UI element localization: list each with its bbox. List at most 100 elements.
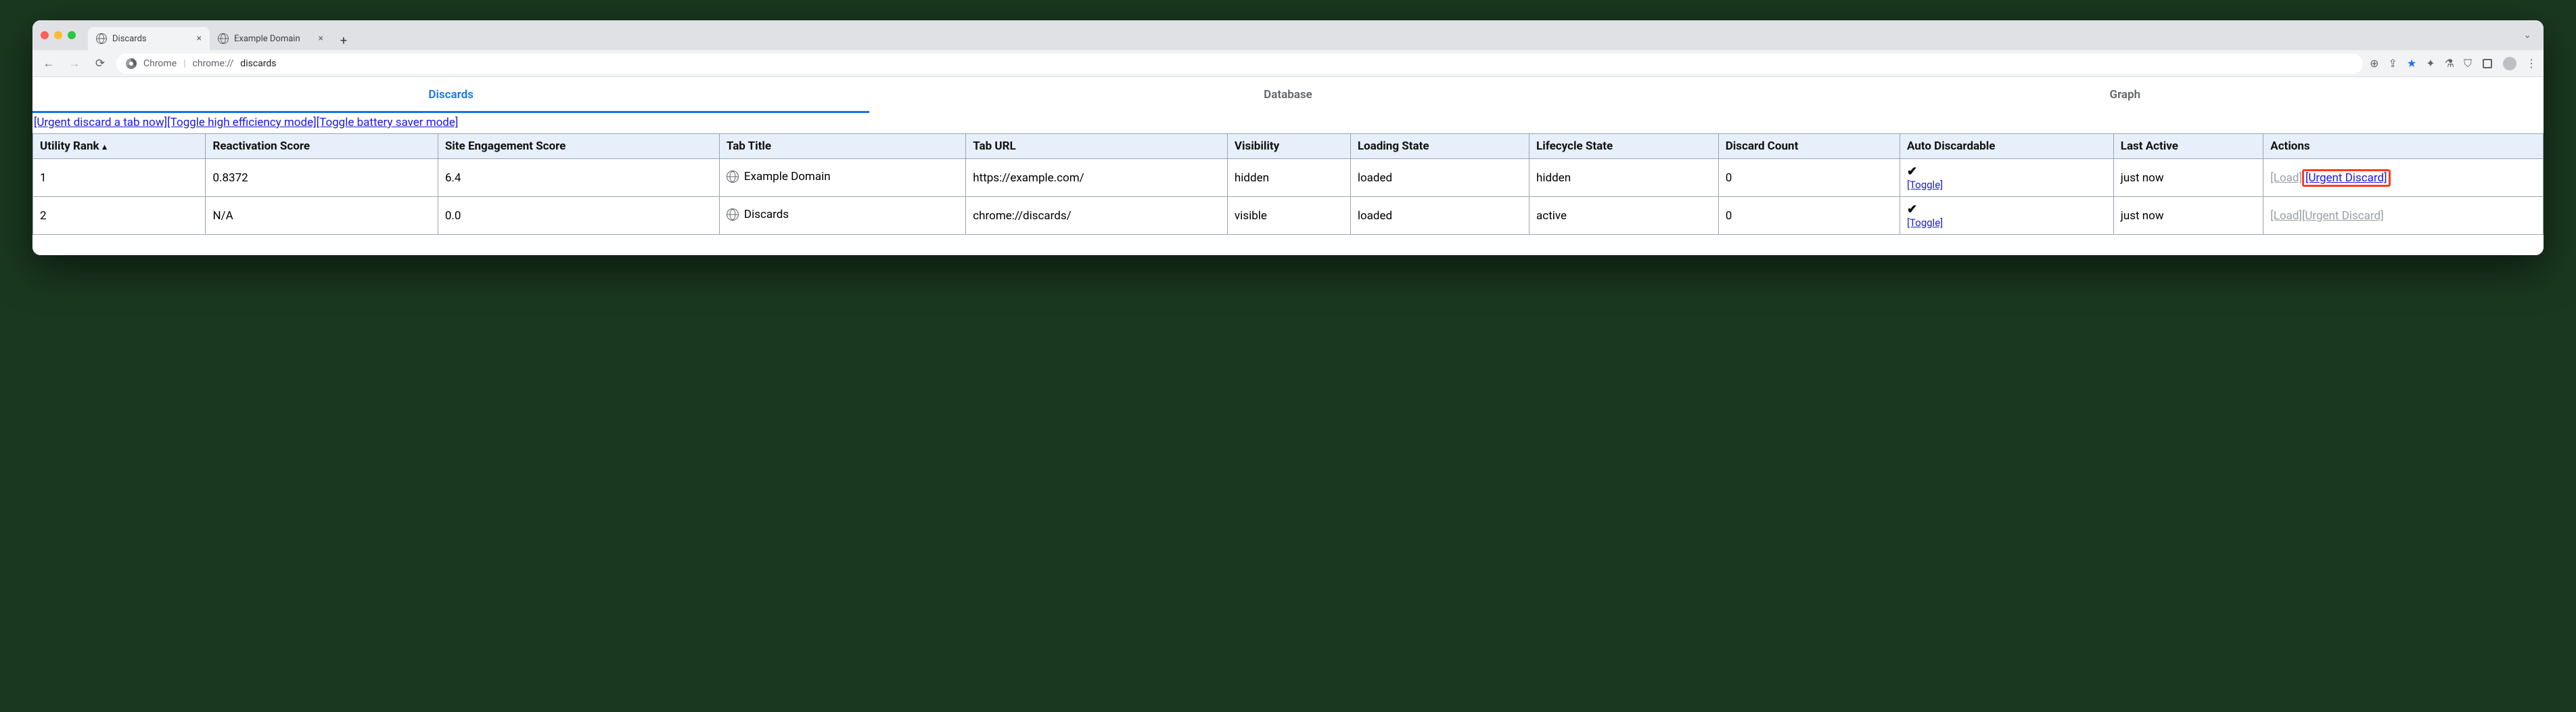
globe-icon [96,33,107,44]
omnibox-url-path: discards [240,58,276,69]
omnibox-scheme-label: Chrome [143,58,177,69]
table-header-row: Utility Rank▲ Reactivation Score Site En… [33,134,2544,159]
col-site-engagement[interactable]: Site Engagement Score [438,134,719,159]
col-discard-count[interactable]: Discard Count [1718,134,1900,159]
cell-discard-count: 0 [1718,159,1900,197]
omnibox-url-prefix: chrome:// [193,58,234,69]
tab-overflow-button[interactable]: ⌄ [2519,30,2535,41]
col-actions[interactable]: Actions [2263,134,2544,159]
col-tab-title[interactable]: Tab Title [719,134,965,159]
omnibox[interactable]: Chrome | chrome:// discards [116,53,2363,74]
omnibox-separator: | [183,58,185,69]
toggle-battery-saver-link[interactable]: [Toggle battery saver mode] [317,116,459,129]
cell-reactivation: N/A [206,197,438,235]
load-action[interactable]: [Load] [2270,209,2302,223]
toggle-auto-discard-link[interactable]: [Toggle] [1907,179,2107,191]
browser-tab-1[interactable]: Example Domain × [210,27,331,50]
browser-window: Discards × Example Domain × + ⌄ ← → ⟳ Ch… [32,20,2544,255]
globe-icon [727,171,739,183]
globe-icon [218,33,229,44]
tab-title: Example Domain [234,34,300,44]
cell-reactivation: 0.8372 [206,159,438,197]
col-last-active[interactable]: Last Active [2113,134,2263,159]
forward-button[interactable]: → [65,54,84,73]
col-utility-rank[interactable]: Utility Rank▲ [33,134,206,159]
col-auto-discardable[interactable]: Auto Discardable [1900,134,2113,159]
view-tabs: Discards Database Graph [32,77,2544,113]
col-visibility[interactable]: Visibility [1227,134,1350,159]
close-tab-icon[interactable]: × [197,33,202,44]
cell-title-text: Example Domain [744,170,831,183]
shield-icon[interactable]: ⛉ [2464,57,2472,70]
cell-rank: 1 [33,159,206,197]
urgent-discard-now-link[interactable]: [Urgent discard a tab now] [34,116,167,129]
col-reactivation-score[interactable]: Reactivation Score [206,134,438,159]
cell-engagement: 6.4 [438,159,719,197]
kebab-menu-icon[interactable]: ⋮ [2526,57,2537,70]
side-panel-icon[interactable] [2481,58,2493,70]
reload-button[interactable]: ⟳ [91,54,110,73]
cell-visibility: hidden [1227,159,1350,197]
labs-icon[interactable]: ⚗ [2445,57,2454,70]
view-tab-graph[interactable]: Graph [1707,77,2544,113]
minimize-window-button[interactable] [54,31,62,39]
col-label: Utility Rank [40,139,99,153]
toolbar: ← → ⟳ Chrome | chrome:// discards ⊕ ⇪ ★ ✦… [32,50,2544,77]
cell-discard-count: 0 [1718,197,1900,235]
load-action[interactable]: [Load] [2270,171,2302,185]
cell-url: https://example.com/ [966,159,1228,197]
table-row: 2 N/A 0.0 Discards chrome://discards/ vi… [33,197,2544,235]
check-icon: ✔ [1907,164,1917,179]
profile-avatar[interactable] [2503,57,2516,70]
cell-last-active: just now [2113,159,2263,197]
toggle-auto-discard-link[interactable]: [Toggle] [1907,217,2107,229]
browser-tab-0[interactable]: Discards × [88,27,210,50]
check-icon: ✔ [1907,202,1917,217]
view-tab-database[interactable]: Database [869,77,1706,113]
back-button[interactable]: ← [39,54,58,73]
cell-auto-discardable: ✔ [Toggle] [1900,197,2113,235]
bookmark-star-icon[interactable]: ★ [2407,57,2416,70]
cell-visibility: visible [1227,197,1350,235]
urgent-discard-action[interactable]: [Urgent Discard] [2305,171,2387,185]
close-tab-icon[interactable]: × [319,33,323,44]
new-tab-button[interactable]: + [334,31,353,50]
cell-actions: [Load][Urgent Discard] [2263,197,2544,235]
cell-title: Discards [719,197,965,235]
table-row: 1 0.8372 6.4 Example Domain https://exam… [33,159,2544,197]
chrome-icon [126,58,137,69]
share-icon[interactable]: ⇪ [2388,57,2397,70]
view-tab-discards[interactable]: Discards [32,77,869,113]
traffic-lights [41,31,76,39]
cell-url: chrome://discards/ [966,197,1228,235]
page-content: Discards Database Graph [Urgent discard … [32,77,2544,255]
cell-lifecycle: active [1530,197,1719,235]
cell-title-text: Discards [744,208,789,221]
discards-table: Utility Rank▲ Reactivation Score Site En… [32,133,2544,235]
highlight-box: [Urgent Discard] [2302,169,2391,187]
cell-actions: [Load][Urgent Discard] [2263,159,2544,197]
globe-icon [727,208,739,221]
sort-asc-icon: ▲ [101,142,109,152]
cell-engagement: 0.0 [438,197,719,235]
cell-loading: loaded [1350,159,1529,197]
cell-last-active: just now [2113,197,2263,235]
cell-title: Example Domain [719,159,965,197]
page-action-links: [Urgent discard a tab now][Toggle high e… [32,113,2544,133]
cell-loading: loaded [1350,197,1529,235]
urgent-discard-action[interactable]: [Urgent Discard] [2302,209,2384,223]
cell-auto-discardable: ✔ [Toggle] [1900,159,2113,197]
toggle-high-efficiency-link[interactable]: [Toggle high efficiency mode] [167,116,316,129]
col-tab-url[interactable]: Tab URL [966,134,1228,159]
zoom-window-button[interactable] [68,31,76,39]
toolbar-actions: ⊕ ⇪ ★ ✦ ⚗ ⛉ ⋮ [2370,57,2537,70]
tab-title: Discards [112,34,147,44]
extensions-icon[interactable]: ✦ [2426,57,2435,70]
cell-rank: 2 [33,197,206,235]
close-window-button[interactable] [41,31,49,39]
col-loading-state[interactable]: Loading State [1350,134,1529,159]
cell-lifecycle: hidden [1530,159,1719,197]
zoom-icon[interactable]: ⊕ [2370,57,2378,70]
col-lifecycle-state[interactable]: Lifecycle State [1530,134,1719,159]
tab-strip: Discards × Example Domain × + [88,20,353,50]
